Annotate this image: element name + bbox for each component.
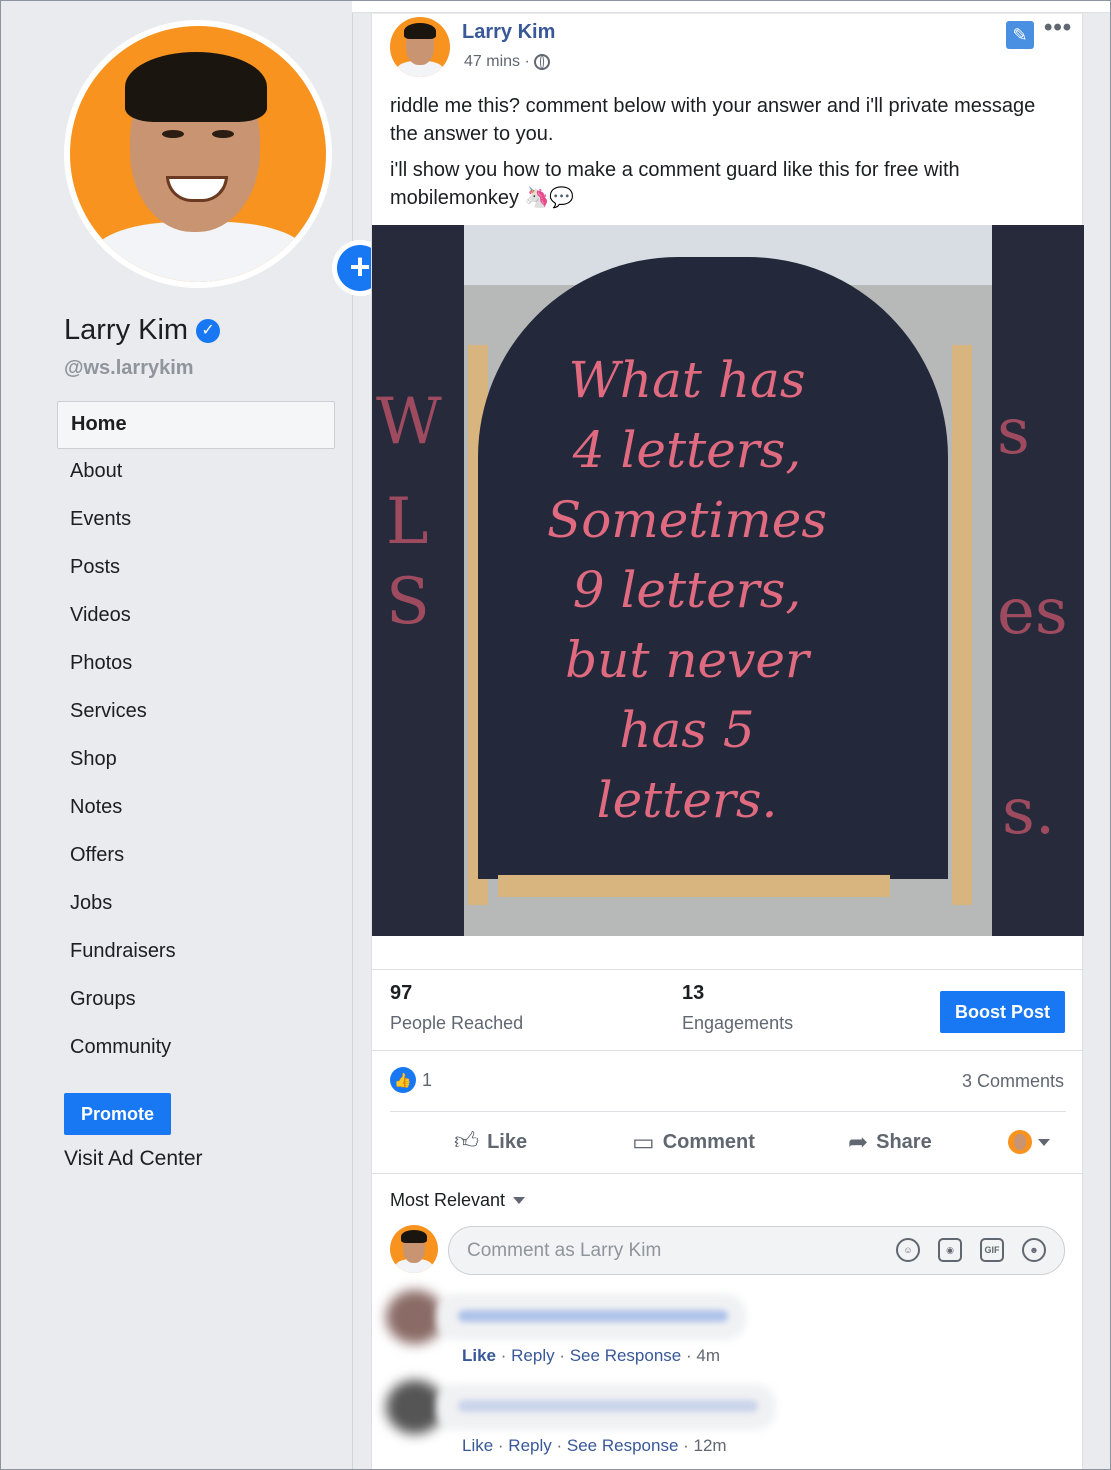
comment-sort-dropdown[interactable]: Most Relevant: [390, 1190, 526, 1211]
comments-count-link[interactable]: 3 Comments: [962, 1071, 1064, 1092]
comment-actions: Like · Reply · See Response · 12m: [462, 1436, 727, 1455]
chevron-down-icon: [1038, 1138, 1050, 1146]
thumbs-up-icon: 👍︎: [454, 1128, 480, 1155]
visit-ad-center-link[interactable]: Visit Ad Center: [64, 1147, 203, 1171]
chalkboard-text: What has 4 letters, Sometimes 9 letters,…: [546, 351, 828, 829]
divider: [372, 1173, 1084, 1174]
more-icon[interactable]: •••: [1044, 14, 1072, 42]
comment-reply-link[interactable]: Reply: [508, 1436, 551, 1455]
share-icon: ➦: [848, 1129, 869, 1156]
gif-icon[interactable]: GIF: [980, 1238, 1004, 1262]
author-name[interactable]: Larry Kim: [462, 21, 555, 44]
nav-item-videos[interactable]: Videos: [57, 593, 335, 641]
author-avatar[interactable]: [390, 17, 450, 77]
comment-like-link[interactable]: Like: [462, 1436, 493, 1455]
reaction-count: 1: [422, 1069, 433, 1090]
page-nav: Home About Events Posts Videos Photos Se…: [57, 401, 335, 1073]
page-name[interactable]: Larry Kim: [64, 314, 188, 347]
comment-input-icons: ☺ ◉ GIF ☻: [896, 1238, 1046, 1262]
post-insights: 97 People Reached 13 Engagements Boost P…: [372, 969, 1084, 1051]
page-handle[interactable]: @ws.larrykim: [64, 357, 194, 380]
post-as-selector[interactable]: [1008, 1130, 1050, 1154]
post-image[interactable]: W L S s es s. What has 4 letters, Someti…: [372, 225, 1084, 936]
globe-icon[interactable]: [533, 54, 550, 70]
comment-time[interactable]: 12m: [694, 1436, 727, 1455]
divider: [390, 1111, 1066, 1112]
camera-icon[interactable]: ◉: [938, 1238, 962, 1262]
see-response-link[interactable]: See Response: [567, 1436, 679, 1455]
post-paragraph: i'll show you how to make a comment guar…: [390, 159, 960, 209]
reactions-summary[interactable]: 👍 1: [390, 1067, 432, 1093]
page-sidebar: + Larry Kim ✓ @ws.larrykim Home About Ev…: [0, 0, 388, 1470]
boost-post-button[interactable]: Boost Post: [940, 991, 1065, 1033]
verified-icon: ✓: [196, 318, 221, 343]
nav-item-groups[interactable]: Groups: [57, 977, 335, 1025]
comment-actions: Like · Reply · See Response · 4m: [462, 1346, 720, 1365]
nav-item-notes[interactable]: Notes: [57, 785, 335, 833]
avatar: [1008, 1130, 1032, 1154]
sticker-icon[interactable]: ☻: [1022, 1238, 1046, 1262]
nav-item-posts[interactable]: Posts: [57, 545, 335, 593]
promote-button[interactable]: Promote: [64, 1093, 171, 1135]
previous-card-edge: [352, 0, 1111, 13]
engagements-stat[interactable]: 13 Engagements: [682, 982, 793, 1034]
comment-icon: ▭: [632, 1129, 655, 1156]
post-text: riddle me this? comment below with your …: [390, 92, 1050, 220]
nav-item-fundraisers[interactable]: Fundraisers: [57, 929, 335, 977]
nav-item-home[interactable]: Home: [57, 401, 335, 449]
post-card: Larry Kim 47 mins · ✎ ••• riddle me this…: [371, 14, 1084, 1470]
see-response-link[interactable]: See Response: [570, 1346, 682, 1365]
post-time[interactable]: 47 mins ·: [464, 53, 530, 71]
post-meta: 47 mins ·: [464, 53, 550, 71]
thumbs-up-icon: 👍: [390, 1067, 416, 1093]
like-button[interactable]: 👍︎ Like: [454, 1128, 527, 1156]
share-button[interactable]: ➦ Share: [848, 1128, 932, 1157]
nav-item-services[interactable]: Services: [57, 689, 335, 737]
post-paragraph: riddle me this? comment below with your …: [390, 95, 1036, 145]
page-name-row: Larry Kim ✓: [64, 314, 221, 347]
nav-item-photos[interactable]: Photos: [57, 641, 335, 689]
profile-picture[interactable]: +: [64, 20, 388, 296]
comment-reply-link[interactable]: Reply: [511, 1346, 554, 1365]
emoji-icon[interactable]: ☺: [896, 1238, 920, 1262]
nav-item-jobs[interactable]: Jobs: [57, 881, 335, 929]
post-actions: 👍︎ Like ▭ Comment ➦ Share: [372, 1122, 1084, 1172]
chevron-down-icon: [513, 1197, 526, 1204]
nav-item-offers[interactable]: Offers: [57, 833, 335, 881]
comment-like-link[interactable]: Like: [462, 1346, 496, 1365]
nav-item-about[interactable]: About: [57, 449, 335, 497]
nav-item-community[interactable]: Community: [57, 1025, 335, 1073]
people-reached-stat[interactable]: 97 People Reached: [390, 982, 523, 1034]
comment-placeholder: Comment as Larry Kim: [467, 1240, 662, 1261]
nav-item-events[interactable]: Events: [57, 497, 335, 545]
profile-photo: [70, 26, 326, 282]
comment-input[interactable]: Comment as Larry Kim ☺ ◉ GIF ☻: [448, 1226, 1065, 1275]
comment-button[interactable]: ▭ Comment: [632, 1128, 755, 1157]
nav-item-shop[interactable]: Shop: [57, 737, 335, 785]
pin-icon[interactable]: ✎: [1006, 21, 1034, 49]
commenter-avatar: [390, 1225, 438, 1273]
comment-time[interactable]: 4m: [696, 1346, 720, 1365]
